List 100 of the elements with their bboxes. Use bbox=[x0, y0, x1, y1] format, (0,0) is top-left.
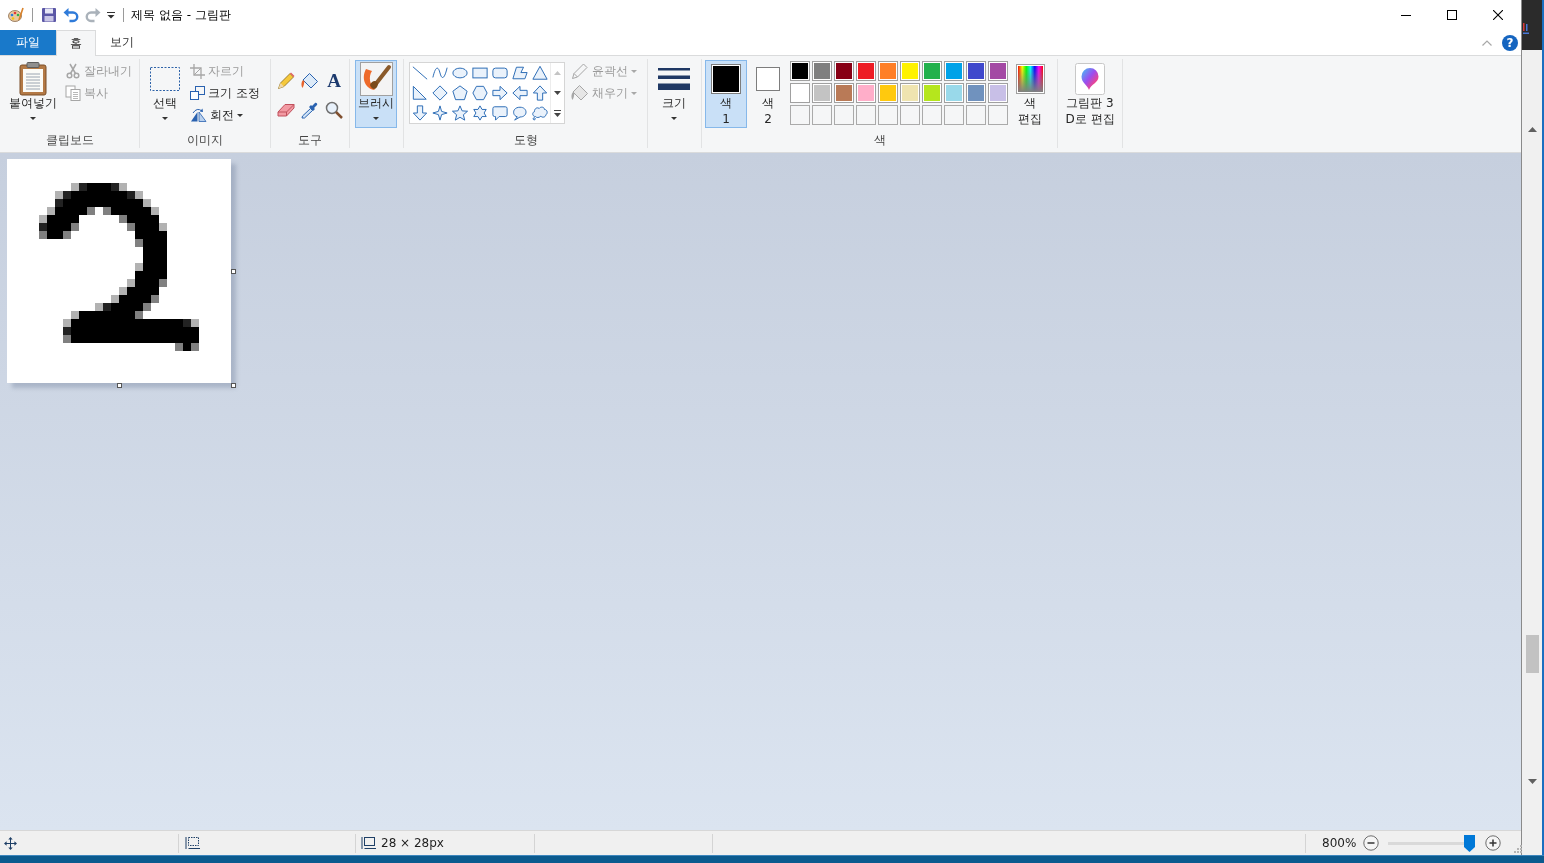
paint-3d-button[interactable]: 그림판 3 D로 편집 bbox=[1061, 60, 1119, 128]
color-swatch[interactable] bbox=[922, 83, 942, 103]
color-swatch[interactable] bbox=[988, 61, 1008, 81]
color-swatch[interactable] bbox=[922, 61, 942, 81]
eraser-icon[interactable] bbox=[277, 103, 295, 117]
edit-colors-button[interactable]: 색 편집 bbox=[1011, 60, 1049, 128]
help-button[interactable]: ? bbox=[1502, 34, 1518, 51]
scroll-down-icon[interactable] bbox=[554, 91, 561, 95]
color-picker-icon[interactable] bbox=[301, 101, 319, 119]
text-tool-button[interactable]: A bbox=[327, 72, 341, 90]
rounded-callout-icon[interactable] bbox=[492, 105, 508, 121]
right-triangle-icon[interactable] bbox=[412, 85, 428, 101]
canvas-size-text: 28 × 28px bbox=[381, 836, 444, 850]
slider-thumb[interactable] bbox=[1463, 834, 1475, 852]
color-swatch[interactable] bbox=[900, 83, 920, 103]
color-swatch[interactable] bbox=[812, 83, 832, 103]
custom-color-slot[interactable] bbox=[900, 105, 920, 125]
color-swatch[interactable] bbox=[878, 61, 898, 81]
right-arrow-icon[interactable] bbox=[492, 85, 508, 101]
hexagon-icon[interactable] bbox=[472, 85, 488, 101]
pencil-icon[interactable] bbox=[277, 72, 295, 90]
custom-color-slot[interactable] bbox=[878, 105, 898, 125]
custom-color-slot[interactable] bbox=[988, 105, 1008, 125]
custom-color-slot[interactable] bbox=[856, 105, 876, 125]
file-tab[interactable]: 파일 bbox=[0, 30, 56, 55]
magnifier-icon[interactable] bbox=[325, 101, 343, 119]
six-point-star-icon[interactable] bbox=[472, 105, 488, 121]
color-swatch[interactable] bbox=[856, 61, 876, 81]
zoom-level-text: 800% bbox=[1322, 836, 1357, 850]
cut-off-icon bbox=[1523, 23, 1529, 34]
color-swatch[interactable] bbox=[966, 61, 986, 81]
resize-handle[interactable] bbox=[231, 269, 236, 274]
color-slot-button[interactable]: 색 1 bbox=[705, 60, 747, 128]
group-label: 색 bbox=[872, 132, 887, 148]
expand-gallery-icon[interactable] bbox=[554, 109, 561, 117]
curve-icon[interactable] bbox=[432, 65, 448, 81]
color-slot-button[interactable]: 색 2 bbox=[749, 60, 787, 128]
custom-color-slot[interactable] bbox=[922, 105, 942, 125]
oval-icon[interactable] bbox=[452, 65, 468, 81]
resize-button[interactable]: 크기 조정 bbox=[187, 82, 263, 104]
resize-handle[interactable] bbox=[231, 383, 236, 388]
scroll-up-icon[interactable] bbox=[1527, 127, 1537, 132]
color-swatch[interactable] bbox=[834, 83, 854, 103]
droplet-icon bbox=[1075, 63, 1105, 95]
fill-bucket-icon[interactable] bbox=[301, 72, 319, 90]
save-icon[interactable] bbox=[41, 7, 57, 23]
five-point-star-icon[interactable] bbox=[452, 105, 468, 121]
color-swatch[interactable] bbox=[812, 61, 832, 81]
resize-icon bbox=[190, 86, 205, 100]
color-swatch[interactable] bbox=[988, 83, 1008, 103]
paste-button[interactable]: 붙여넣기 bbox=[5, 60, 60, 128]
crop-icon bbox=[190, 63, 205, 79]
brush-icon bbox=[359, 62, 393, 96]
color-swatch[interactable] bbox=[966, 83, 986, 103]
customize-caret-icon[interactable] bbox=[107, 11, 115, 19]
zoom-slider[interactable] bbox=[1388, 834, 1474, 852]
custom-color-slot[interactable] bbox=[812, 105, 832, 125]
rounded-rectangle-icon[interactable] bbox=[492, 65, 508, 81]
color-swatch[interactable] bbox=[834, 61, 854, 81]
oval-callout-icon[interactable] bbox=[512, 105, 528, 121]
color-swatch[interactable] bbox=[790, 61, 810, 81]
cloud-callout-icon[interactable] bbox=[532, 105, 548, 121]
resize-handle[interactable] bbox=[117, 383, 122, 388]
tab[interactable]: 보기 bbox=[96, 30, 148, 55]
triangle-icon[interactable] bbox=[532, 65, 548, 81]
custom-color-slot[interactable] bbox=[966, 105, 986, 125]
custom-color-slot[interactable] bbox=[790, 105, 810, 125]
scrollbar-thumb[interactable] bbox=[1525, 635, 1539, 673]
tab[interactable]: 홈 bbox=[56, 30, 96, 56]
group-label: 클립보드 bbox=[44, 132, 95, 148]
custom-color-slot[interactable] bbox=[834, 105, 854, 125]
line-icon[interactable] bbox=[412, 65, 428, 81]
redo-icon[interactable] bbox=[85, 7, 101, 23]
resize-grip-icon[interactable] bbox=[1513, 843, 1523, 853]
rectangle-icon[interactable] bbox=[472, 65, 488, 81]
four-point-star-icon[interactable] bbox=[432, 105, 448, 121]
selection-size-icon bbox=[185, 836, 200, 850]
left-arrow-icon[interactable] bbox=[512, 85, 528, 101]
color-swatch[interactable] bbox=[878, 83, 898, 103]
up-arrow-icon[interactable] bbox=[532, 85, 548, 101]
undo-icon[interactable] bbox=[63, 7, 79, 23]
diamond-icon[interactable] bbox=[432, 85, 448, 101]
pentagon-icon[interactable] bbox=[452, 85, 468, 101]
polygon-icon[interactable] bbox=[512, 65, 528, 81]
color-swatch[interactable] bbox=[944, 61, 964, 81]
color-swatch[interactable] bbox=[790, 83, 810, 103]
scroll-down-icon[interactable] bbox=[1527, 779, 1537, 784]
select-button[interactable]: 선택 bbox=[146, 60, 184, 128]
down-arrow-icon[interactable] bbox=[412, 105, 428, 121]
color-swatch[interactable] bbox=[900, 61, 920, 81]
color-swatch[interactable] bbox=[856, 83, 876, 103]
zoom-in-icon[interactable] bbox=[1485, 835, 1502, 851]
collapse-ribbon-icon[interactable] bbox=[1482, 39, 1492, 46]
rotate-button[interactable]: 회전 bbox=[187, 104, 263, 126]
custom-color-slot[interactable] bbox=[944, 105, 964, 125]
size-button[interactable]: 크기 bbox=[654, 60, 694, 128]
paint-palette-icon[interactable] bbox=[8, 7, 24, 23]
brush-button[interactable]: 브러시 bbox=[355, 60, 397, 128]
color-swatch[interactable] bbox=[944, 83, 964, 103]
zoom-out-icon[interactable] bbox=[1363, 835, 1380, 851]
